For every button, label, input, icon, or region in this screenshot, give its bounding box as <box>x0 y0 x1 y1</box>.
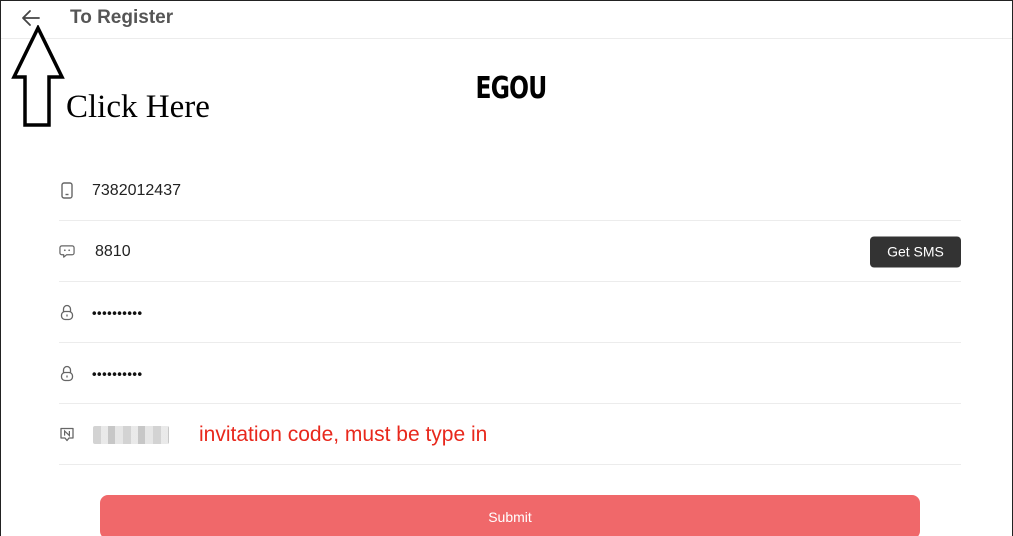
get-sms-button[interactable]: Get SMS <box>870 236 961 267</box>
invite-code-field[interactable] <box>93 425 169 444</box>
invite-code-note: invitation code, must be type in <box>199 422 488 446</box>
confirm-password-row: •••••••••• <box>59 344 961 404</box>
page-title: To Register <box>70 7 174 28</box>
header-bar: To Register <box>1 1 1012 39</box>
phone-field[interactable]: 7382012437 <box>92 182 181 200</box>
sms-code-row: 8810 Get SMS <box>59 222 961 282</box>
password-row: •••••••••• <box>59 283 961 343</box>
sms-code-field[interactable]: 8810 <box>95 243 131 261</box>
annotation-arrow-icon <box>11 25 65 127</box>
password-field[interactable]: •••••••••• <box>92 305 143 320</box>
phone-icon <box>59 182 75 200</box>
lock-icon <box>59 304 75 322</box>
lock-icon <box>59 365 75 383</box>
annotation-text: Click Here <box>66 89 210 125</box>
invite-code-row: invitation code, must be type in <box>59 405 961 465</box>
app-logo: EGOU <box>475 71 548 106</box>
confirm-password-field[interactable]: •••••••••• <box>92 366 143 381</box>
submit-button[interactable]: Submit <box>100 495 920 536</box>
phone-row: 7382012437 <box>59 161 961 221</box>
invite-icon <box>59 426 75 444</box>
message-icon <box>59 243 75 261</box>
